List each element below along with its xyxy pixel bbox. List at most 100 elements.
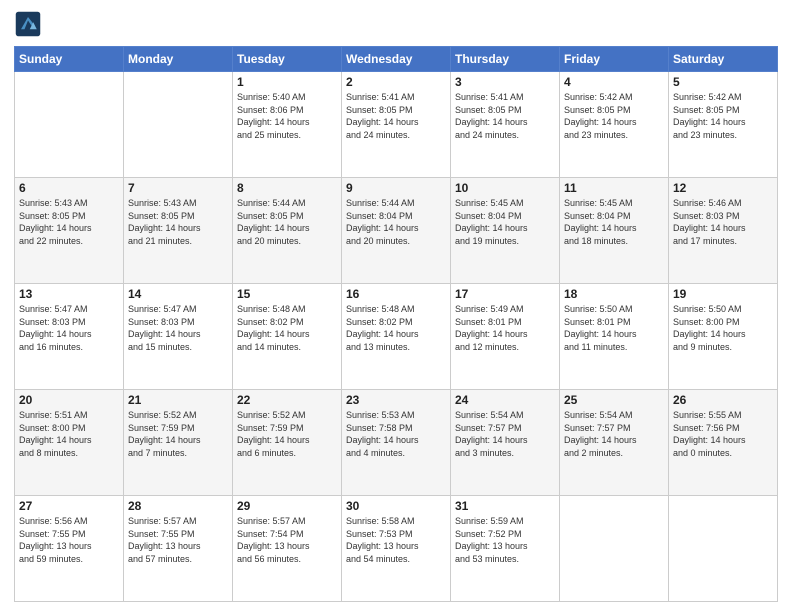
calendar-cell: 22 Sunrise: 5:52 AM Sunset: 7:59 PM Dayli… [233,390,342,496]
day-detail: Sunrise: 5:49 AM Sunset: 8:01 PM Dayligh… [455,303,555,353]
calendar-cell: 8 Sunrise: 5:44 AM Sunset: 8:05 PM Daylig… [233,178,342,284]
day-detail: Sunrise: 5:57 AM Sunset: 7:54 PM Dayligh… [237,515,337,565]
day-number: 7 [128,181,228,195]
day-detail: Sunrise: 5:52 AM Sunset: 7:59 PM Dayligh… [128,409,228,459]
day-detail: Sunrise: 5:45 AM Sunset: 8:04 PM Dayligh… [455,197,555,247]
calendar-cell: 26 Sunrise: 5:55 AM Sunset: 7:56 PM Dayli… [669,390,778,496]
day-detail: Sunrise: 5:41 AM Sunset: 8:05 PM Dayligh… [346,91,446,141]
calendar-row-1: 6 Sunrise: 5:43 AM Sunset: 8:05 PM Daylig… [15,178,778,284]
day-number: 14 [128,287,228,301]
calendar-cell: 24 Sunrise: 5:54 AM Sunset: 7:57 PM Dayli… [451,390,560,496]
day-detail: Sunrise: 5:55 AM Sunset: 7:56 PM Dayligh… [673,409,773,459]
calendar-cell: 1Sunrise: 5:40 AM Sunset: 8:06 PM Daylig… [233,72,342,178]
day-detail: Sunrise: 5:43 AM Sunset: 8:05 PM Dayligh… [128,197,228,247]
day-number: 1 [237,75,337,89]
calendar-cell [15,72,124,178]
day-number: 8 [237,181,337,195]
day-number: 21 [128,393,228,407]
calendar-cell: 31 Sunrise: 5:59 AM Sunset: 7:52 PM Dayli… [451,496,560,602]
calendar-cell: 11Sunrise: 5:45 AM Sunset: 8:04 PM Dayli… [560,178,669,284]
day-detail: Sunrise: 5:47 AM Sunset: 8:03 PM Dayligh… [19,303,119,353]
day-detail: Sunrise: 5:46 AM Sunset: 8:03 PM Dayligh… [673,197,773,247]
calendar-cell: 14 Sunrise: 5:47 AM Sunset: 8:03 PM Dayli… [124,284,233,390]
calendar-cell: 4 Sunrise: 5:42 AM Sunset: 8:05 PM Daylig… [560,72,669,178]
calendar-cell: 28 Sunrise: 5:57 AM Sunset: 7:55 PM Dayli… [124,496,233,602]
day-number: 3 [455,75,555,89]
day-number: 6 [19,181,119,195]
day-number: 24 [455,393,555,407]
calendar-cell: 25Sunrise: 5:54 AM Sunset: 7:57 PM Dayli… [560,390,669,496]
calendar-row-0: 1Sunrise: 5:40 AM Sunset: 8:06 PM Daylig… [15,72,778,178]
day-number: 19 [673,287,773,301]
day-detail: Sunrise: 5:53 AM Sunset: 7:58 PM Dayligh… [346,409,446,459]
calendar-cell [124,72,233,178]
day-number: 30 [346,499,446,513]
day-number: 17 [455,287,555,301]
calendar-row-2: 13Sunrise: 5:47 AM Sunset: 8:03 PM Dayli… [15,284,778,390]
day-detail: Sunrise: 5:43 AM Sunset: 8:05 PM Dayligh… [19,197,119,247]
calendar-cell: 23 Sunrise: 5:53 AM Sunset: 7:58 PM Dayli… [342,390,451,496]
calendar-cell: 2 Sunrise: 5:41 AM Sunset: 8:05 PM Daylig… [342,72,451,178]
day-number: 28 [128,499,228,513]
day-detail: Sunrise: 5:56 AM Sunset: 7:55 PM Dayligh… [19,515,119,565]
day-detail: Sunrise: 5:41 AM Sunset: 8:05 PM Dayligh… [455,91,555,141]
calendar-cell: 6 Sunrise: 5:43 AM Sunset: 8:05 PM Daylig… [15,178,124,284]
day-number: 18 [564,287,664,301]
calendar-cell: 20 Sunrise: 5:51 AM Sunset: 8:00 PM Dayli… [15,390,124,496]
calendar-cell: 10 Sunrise: 5:45 AM Sunset: 8:04 PM Dayli… [451,178,560,284]
calendar-cell: 7 Sunrise: 5:43 AM Sunset: 8:05 PM Daylig… [124,178,233,284]
day-detail: Sunrise: 5:58 AM Sunset: 7:53 PM Dayligh… [346,515,446,565]
day-number: 29 [237,499,337,513]
day-detail: Sunrise: 5:48 AM Sunset: 8:02 PM Dayligh… [237,303,337,353]
day-detail: Sunrise: 5:42 AM Sunset: 8:05 PM Dayligh… [564,91,664,141]
calendar-cell: 18 Sunrise: 5:50 AM Sunset: 8:01 PM Dayli… [560,284,669,390]
day-detail: Sunrise: 5:44 AM Sunset: 8:04 PM Dayligh… [346,197,446,247]
day-number: 9 [346,181,446,195]
calendar-cell [560,496,669,602]
calendar-cell: 12 Sunrise: 5:46 AM Sunset: 8:03 PM Dayli… [669,178,778,284]
calendar-cell: 9 Sunrise: 5:44 AM Sunset: 8:04 PM Daylig… [342,178,451,284]
calendar-cell: 3 Sunrise: 5:41 AM Sunset: 8:05 PM Daylig… [451,72,560,178]
day-detail: Sunrise: 5:54 AM Sunset: 7:57 PM Dayligh… [455,409,555,459]
day-detail: Sunrise: 5:50 AM Sunset: 8:00 PM Dayligh… [673,303,773,353]
day-detail: Sunrise: 5:57 AM Sunset: 7:55 PM Dayligh… [128,515,228,565]
day-detail: Sunrise: 5:54 AM Sunset: 7:57 PM Dayligh… [564,409,664,459]
weekday-header-tuesday: Tuesday [233,47,342,72]
day-number: 2 [346,75,446,89]
calendar-row-4: 27 Sunrise: 5:56 AM Sunset: 7:55 PM Dayli… [15,496,778,602]
day-number: 22 [237,393,337,407]
day-detail: Sunrise: 5:51 AM Sunset: 8:00 PM Dayligh… [19,409,119,459]
weekday-header-saturday: Saturday [669,47,778,72]
weekday-header-friday: Friday [560,47,669,72]
weekday-header-thursday: Thursday [451,47,560,72]
day-number: 20 [19,393,119,407]
calendar-cell: 27 Sunrise: 5:56 AM Sunset: 7:55 PM Dayli… [15,496,124,602]
day-number: 4 [564,75,664,89]
calendar-cell: 30 Sunrise: 5:58 AM Sunset: 7:53 PM Dayli… [342,496,451,602]
day-number: 23 [346,393,446,407]
calendar-cell: 29 Sunrise: 5:57 AM Sunset: 7:54 PM Dayli… [233,496,342,602]
day-detail: Sunrise: 5:44 AM Sunset: 8:05 PM Dayligh… [237,197,337,247]
day-number: 15 [237,287,337,301]
calendar-cell [669,496,778,602]
day-number: 26 [673,393,773,407]
weekday-header-wednesday: Wednesday [342,47,451,72]
calendar-table: SundayMondayTuesdayWednesdayThursdayFrid… [14,46,778,602]
day-number: 31 [455,499,555,513]
day-detail: Sunrise: 5:47 AM Sunset: 8:03 PM Dayligh… [128,303,228,353]
calendar-cell: 15 Sunrise: 5:48 AM Sunset: 8:02 PM Dayli… [233,284,342,390]
calendar-cell: 13Sunrise: 5:47 AM Sunset: 8:03 PM Dayli… [15,284,124,390]
logo [14,10,46,38]
day-number: 10 [455,181,555,195]
logo-icon [14,10,42,38]
header [14,10,778,38]
day-detail: Sunrise: 5:50 AM Sunset: 8:01 PM Dayligh… [564,303,664,353]
day-number: 27 [19,499,119,513]
day-detail: Sunrise: 5:59 AM Sunset: 7:52 PM Dayligh… [455,515,555,565]
weekday-header-monday: Monday [124,47,233,72]
day-number: 16 [346,287,446,301]
day-number: 12 [673,181,773,195]
weekday-header-row: SundayMondayTuesdayWednesdayThursdayFrid… [15,47,778,72]
page: SundayMondayTuesdayWednesdayThursdayFrid… [0,0,792,612]
day-detail: Sunrise: 5:52 AM Sunset: 7:59 PM Dayligh… [237,409,337,459]
